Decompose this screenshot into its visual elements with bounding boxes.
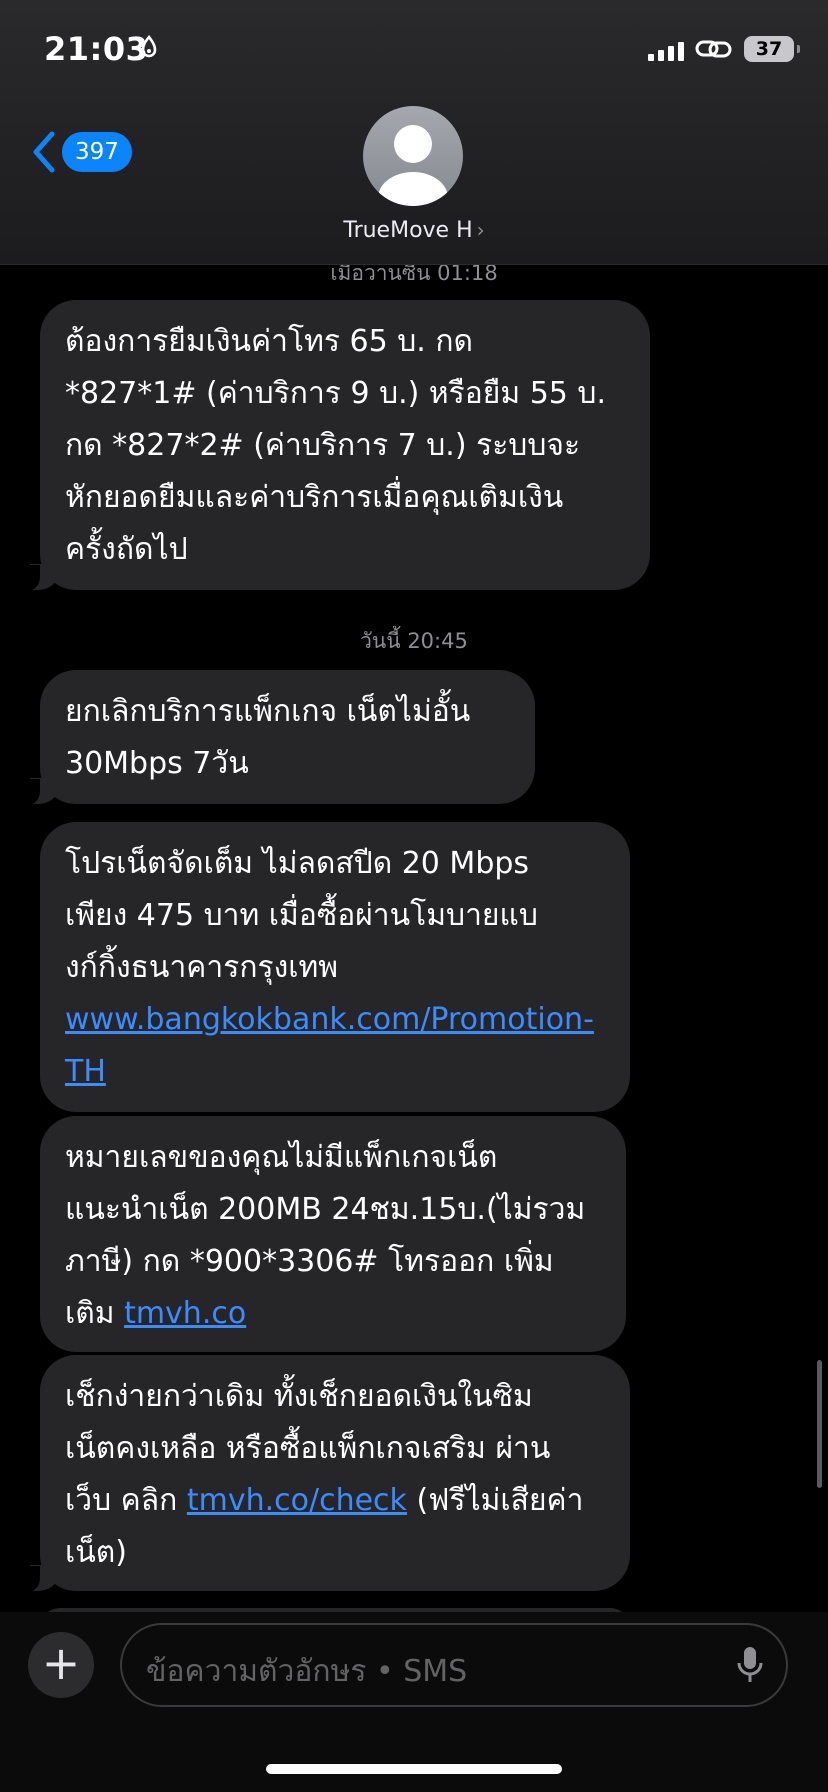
message-link[interactable]: tmvh.co/check <box>187 1483 407 1518</box>
conversation-header: 21:03 37 397 TrueMove H › <box>0 0 828 265</box>
message-link[interactable]: tmvh.co <box>124 1296 246 1331</box>
contact-avatar[interactable] <box>363 106 463 206</box>
battery-icon: 37 <box>744 36 800 62</box>
mic-icon[interactable] <box>736 1645 764 1685</box>
message-bubble[interactable]: หมายเลขของคุณไม่มีแพ็กเกจเน็ต แนะนำเน็ต … <box>40 1116 626 1352</box>
chevron-right-icon: › <box>476 218 485 242</box>
contact-name[interactable]: TrueMove H › <box>0 218 828 243</box>
message-timestamp: วันนี้ 20:45 <box>360 629 468 653</box>
message-bubble[interactable]: ต้องการยืมเงินค่าโทร 65 บ. กด *827*1# (ค… <box>20 300 650 591</box>
scrollbar[interactable] <box>817 1360 822 1488</box>
message-bubble[interactable]: ยกเลิกบริการแพ็กเกจ เน็ตไม่อั้น 30Mbps 7… <box>20 670 535 805</box>
add-attachment-button[interactable]: + <box>28 1632 94 1698</box>
avatar-icon <box>378 125 448 206</box>
moon-icon <box>141 35 157 58</box>
signal-icon <box>648 37 684 61</box>
message-input-placeholder: ข้อความตัวอักษร • SMS <box>146 1654 468 1689</box>
plus-icon: + <box>41 1636 81 1690</box>
contact-name-label: TrueMove H <box>343 218 473 243</box>
message-bubble[interactable]: โปรเน็ตจัดเต็ม ไม่ลดสปีด 20 Mbps เพียง 4… <box>40 822 630 1112</box>
back-button[interactable]: 397 <box>30 130 132 174</box>
message-text: โปรเน็ตจัดเต็ม ไม่ลดสปีด 20 Mbps เพียง 4… <box>65 846 538 985</box>
home-indicator[interactable] <box>266 1764 562 1774</box>
message-link[interactable]: www.bangkokbank.com/Promotion- TH <box>65 1002 594 1089</box>
status-icons: 37 <box>648 36 800 62</box>
link-icon <box>695 40 732 58</box>
unread-count-badge: 397 <box>62 132 132 172</box>
back-chevron-icon <box>33 131 55 173</box>
message-input[interactable]: ข้อความตัวอักษร • SMS <box>120 1623 788 1707</box>
message-bubble[interactable]: เช็กง่ายกว่าเดิม ทั้งเช็กยอดเงินในซิม เน… <box>20 1355 630 1592</box>
status-time: 21:03 <box>44 30 149 68</box>
